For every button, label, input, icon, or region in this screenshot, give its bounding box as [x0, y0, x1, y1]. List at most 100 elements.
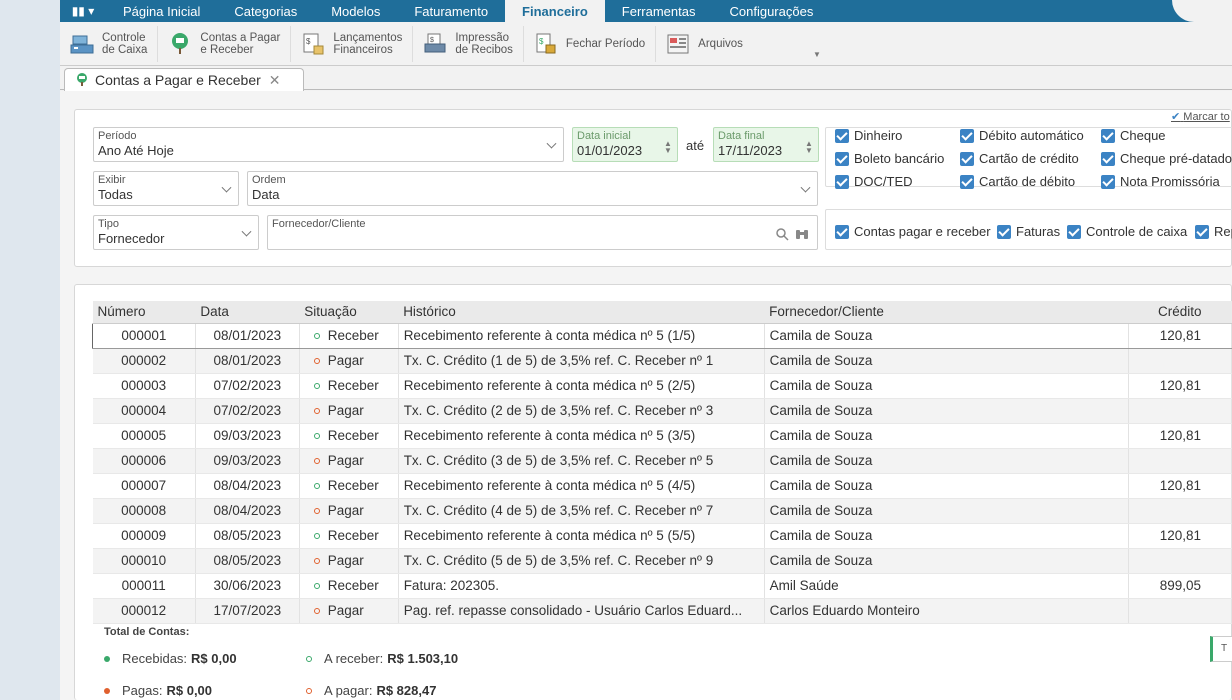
totals-side-button[interactable]: T: [1210, 636, 1232, 662]
cell-situacao: Pagar: [299, 398, 399, 424]
checkbox-label: DOC/TED: [854, 174, 913, 189]
checkbox-dinheiro[interactable]: Dinheiro: [835, 128, 902, 143]
lancamentos-financeiros-button[interactable]: $ Lançamentos Financeiros: [291, 25, 414, 62]
app-menu-button[interactable]: ▮▮ ▾: [60, 0, 106, 22]
table-row[interactable]: 000001 08/01/2023 Receber Recebimento refer…: [92, 322, 1232, 349]
table-row[interactable]: 000006 09/03/2023 Pagar Tx. C. Crédito (3 d…: [92, 448, 1232, 474]
checkbox-label: Controle de caixa: [1086, 224, 1188, 239]
menu-categorias[interactable]: Categorias: [217, 0, 314, 22]
table-row[interactable]: 000008 08/04/2023 Pagar Tx. C. Crédito (4 d…: [92, 498, 1232, 524]
cash-register-icon: [70, 32, 94, 56]
cell-situacao: Pagar: [299, 448, 399, 474]
impressao-recibos-button[interactable]: $ Impressão de Recibos: [413, 25, 524, 62]
a-pagar-value: R$ 828,47: [376, 683, 437, 698]
table-row[interactable]: 000011 30/06/2023 Receber Fatura: 202305. Am…: [92, 573, 1232, 599]
cell-fornecedor: Camila de Souza: [764, 523, 1130, 549]
totals-area: Total de Contas: Recebidas: R$ 0,00 A re…: [92, 618, 1232, 700]
cell-numero: 000009: [92, 523, 196, 549]
tab-contas-pagar-receber[interactable]: Contas a Pagar e Receber ✕: [64, 68, 304, 91]
header-historico[interactable]: Histórico: [398, 301, 765, 324]
checkbox-nota-promissoria[interactable]: Nota Promissória: [1101, 174, 1220, 189]
checkbox-icon: [1101, 174, 1115, 189]
ordem-select[interactable]: Ordem Data: [247, 171, 818, 206]
contas-pagar-receber-button[interactable]: Contas a Pagar e Receber: [158, 25, 292, 62]
total-recebidas: Recebidas: R$ 0,00: [104, 651, 237, 666]
checkbox-icon: [960, 151, 974, 166]
menu-modelos[interactable]: Modelos: [314, 0, 397, 22]
lancamentos-label: Lançamentos Financeiros: [333, 31, 403, 56]
table-row[interactable]: 000003 07/02/2023 Receber Recebimento refer…: [92, 373, 1232, 399]
table-row[interactable]: 000007 08/04/2023 Receber Recebimento refer…: [92, 473, 1232, 499]
cell-numero: 000002: [92, 348, 196, 374]
cell-situacao: Pagar: [299, 348, 399, 374]
header-situacao[interactable]: Situação: [299, 301, 399, 324]
checkbox-faturas[interactable]: Faturas: [997, 224, 1060, 239]
cell-data: 08/04/2023: [195, 473, 300, 499]
checkbox-label: Nota Promissória: [1120, 174, 1220, 189]
table-row[interactable]: 000005 09/03/2023 Receber Recebimento refer…: [92, 423, 1232, 449]
checkbox-controle-caixa[interactable]: Controle de caixa: [1067, 224, 1187, 239]
cell-situacao: Receber: [299, 573, 399, 599]
date-spinner-icon[interactable]: ▲ ▼: [805, 140, 813, 155]
arquivos-button[interactable]: Arquivos ▼: [656, 26, 821, 62]
checkbox-cartao-debito[interactable]: Cartão de débito: [960, 174, 1075, 189]
menu-pagina-inicial[interactable]: Página Inicial: [106, 0, 217, 22]
menu-faturamento[interactable]: Faturamento: [397, 0, 505, 22]
data-inicial-field[interactable]: Data inicial 01/01/2023 ▲ ▼: [572, 127, 678, 162]
total-a-pagar: A pagar: R$ 828,47: [306, 683, 436, 698]
cell-numero: 000003: [92, 373, 196, 399]
search-icon[interactable]: [775, 227, 789, 246]
header-numero[interactable]: Número: [92, 301, 196, 324]
accounts-table: Número Data Situação Histórico Fornecedo…: [92, 301, 1232, 624]
checkbox-icon: [960, 128, 974, 143]
table-row[interactable]: 000010 08/05/2023 Pagar Tx. C. Crédito (5 d…: [92, 548, 1232, 574]
red-circle-icon: [313, 407, 320, 414]
checkbox-doc-ted[interactable]: DOC/TED: [835, 174, 913, 189]
checkbox-contas-pagar-receber[interactable]: Contas pagar e receber: [835, 224, 991, 239]
checkbox-icon: [1067, 224, 1081, 239]
menu-financeiro[interactable]: Financeiro: [505, 0, 605, 22]
header-fornecedor-cliente[interactable]: Fornecedor/Cliente: [764, 301, 1129, 324]
tipo-select[interactable]: Tipo Fornecedor: [93, 215, 259, 250]
menu-ferramentas[interactable]: Ferramentas: [605, 0, 713, 22]
fornecedor-cliente-input[interactable]: Fornecedor/Cliente: [267, 215, 818, 250]
close-tab-icon[interactable]: ✕: [269, 72, 281, 89]
checkbox-label: Cheque: [1120, 128, 1166, 143]
cell-fornecedor: Camila de Souza: [764, 448, 1130, 474]
recebidas-label: Recebidas:: [122, 651, 188, 666]
checkbox-cheque[interactable]: Cheque: [1101, 128, 1166, 143]
header-data[interactable]: Data: [195, 301, 300, 324]
arquivos-dropdown-icon[interactable]: ▼: [813, 50, 821, 59]
marcar-todos-link[interactable]: ✔ Marcar to: [1171, 110, 1230, 123]
controle-caixa-label: Controle de Caixa: [102, 31, 148, 56]
book-icon: ▮▮ ▾: [71, 4, 95, 18]
cell-data: 30/06/2023: [195, 573, 300, 599]
cell-situacao: Receber: [299, 322, 399, 349]
cell-data: 08/05/2023: [195, 548, 300, 574]
checkbox-boleto-bancario[interactable]: Boleto bancário: [835, 151, 944, 166]
checkbox-label: Dinheiro: [854, 128, 903, 143]
fechar-periodo-button[interactable]: $ Fechar Período: [524, 25, 657, 62]
chevron-down-icon: [800, 182, 811, 193]
files-icon: [666, 32, 690, 56]
periodo-select[interactable]: Período Ano Até Hoje: [93, 127, 564, 162]
table-row[interactable]: 000009 08/05/2023 Receber Recebimento refer…: [92, 523, 1232, 549]
cell-situacao: Receber: [299, 373, 399, 399]
table-row[interactable]: 000002 08/01/2023 Pagar Tx. C. Crédito (1 d…: [92, 348, 1232, 374]
exibir-select[interactable]: Exibir Todas: [93, 171, 239, 206]
data-final-field[interactable]: Data final 17/11/2023 ▲ ▼: [713, 127, 819, 162]
checkbox-cheque-pre-datado[interactable]: Cheque pré-datado: [1101, 151, 1232, 166]
checkbox-cartao-credito[interactable]: Cartão de crédito: [960, 151, 1079, 166]
fechar-label: Fechar Período: [565, 37, 646, 50]
date-spinner-icon[interactable]: ▲ ▼: [664, 140, 672, 155]
cell-numero: 000006: [92, 448, 196, 474]
table-row[interactable]: 000004 07/02/2023 Pagar Tx. C. Crédito (2 d…: [92, 398, 1232, 424]
checkbox-debito-automatico[interactable]: Débito automático: [960, 128, 1084, 143]
checkbox-rep[interactable]: Rep: [1195, 224, 1232, 239]
header-credito[interactable]: Crédito: [1128, 301, 1232, 324]
menu-configuracoes[interactable]: Configurações: [713, 0, 831, 22]
green-circle-icon: [313, 582, 320, 589]
binoculars-icon[interactable]: [795, 227, 809, 246]
controle-caixa-button[interactable]: Controle de Caixa: [60, 25, 159, 62]
checkbox-label: Faturas: [1016, 224, 1061, 239]
